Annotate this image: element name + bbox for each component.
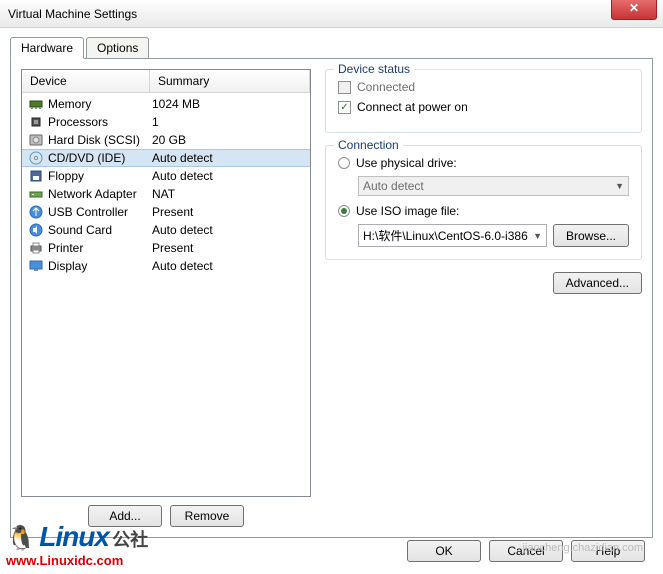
chevron-down-icon[interactable]: ▼: [533, 231, 542, 241]
radio-dot-icon: [341, 208, 347, 214]
chevron-down-icon: ▼: [615, 181, 624, 191]
sound-icon: [28, 222, 44, 238]
physical-drive-label: Use physical drive:: [356, 156, 457, 170]
connection-title: Connection: [334, 138, 403, 152]
device-name: Printer: [48, 241, 152, 255]
iso-file-row: H:\软件\Linux\CentOS-6.0-i386 ▼ Browse...: [358, 224, 629, 247]
device-row[interactable]: CD/DVD (IDE)Auto detect: [22, 149, 310, 167]
device-status-title: Device status: [334, 62, 414, 76]
device-summary: Auto detect: [152, 169, 304, 183]
connect-power-checkbox[interactable]: ✓: [338, 101, 351, 114]
device-summary: 1: [152, 115, 304, 129]
printer-icon: [28, 240, 44, 256]
cpu-icon: [28, 114, 44, 130]
ok-button[interactable]: OK: [407, 540, 481, 562]
device-summary: NAT: [152, 187, 304, 201]
device-list-header: Device Summary: [22, 70, 310, 93]
device-summary: Auto detect: [152, 223, 304, 237]
device-name: USB Controller: [48, 205, 152, 219]
remove-button[interactable]: Remove: [170, 505, 244, 527]
device-row[interactable]: USB ControllerPresent: [22, 203, 310, 221]
device-list: Device Summary Memory1024 MBProcessors1H…: [21, 69, 311, 497]
physical-drive-value: Auto detect: [363, 179, 424, 193]
device-name: Network Adapter: [48, 187, 152, 201]
iso-radio[interactable]: [338, 205, 350, 217]
close-button[interactable]: ✕: [611, 0, 657, 20]
device-name: CD/DVD (IDE): [48, 151, 152, 165]
device-name: Hard Disk (SCSI): [48, 133, 152, 147]
iso-file-combo[interactable]: H:\软件\Linux\CentOS-6.0-i386 ▼: [358, 224, 547, 247]
connected-checkbox: [338, 81, 351, 94]
device-summary: Present: [152, 205, 304, 219]
connected-label: Connected: [357, 80, 415, 94]
iso-label: Use ISO image file:: [356, 204, 459, 218]
device-summary: 1024 MB: [152, 97, 304, 111]
device-name: Floppy: [48, 169, 152, 183]
device-name: Memory: [48, 97, 152, 111]
watermark-left: 🐧 Linux 公社 www.Linuxidc.com: [6, 521, 148, 568]
header-summary[interactable]: Summary: [150, 70, 310, 92]
device-rows: Memory1024 MBProcessors1Hard Disk (SCSI)…: [22, 93, 310, 277]
device-name: Sound Card: [48, 223, 152, 237]
connection-group: Connection Use physical drive: Auto dete…: [325, 145, 642, 260]
browse-button[interactable]: Browse...: [553, 224, 629, 247]
window-title: Virtual Machine Settings: [8, 7, 137, 21]
device-row[interactable]: Processors1: [22, 113, 310, 131]
physical-drive-combo: Auto detect ▼: [358, 176, 629, 196]
connected-row[interactable]: Connected: [338, 80, 629, 94]
device-row[interactable]: Hard Disk (SCSI)20 GB: [22, 131, 310, 149]
device-row[interactable]: Network AdapterNAT: [22, 185, 310, 203]
watermark-brand: Linux: [39, 521, 109, 552]
display-icon: [28, 258, 44, 274]
device-row[interactable]: PrinterPresent: [22, 239, 310, 257]
device-name: Display: [48, 259, 152, 273]
tab-strip: Hardware Options: [10, 37, 653, 59]
device-row[interactable]: Memory1024 MB: [22, 95, 310, 113]
floppy-icon: [28, 168, 44, 184]
watermark-url: www.Linuxidc.com: [6, 553, 148, 568]
title-bar: Virtual Machine Settings ✕: [0, 0, 663, 28]
connect-power-label: Connect at power on: [357, 100, 468, 114]
tab-panel: Device Summary Memory1024 MBProcessors1H…: [10, 58, 653, 538]
device-summary: 20 GB: [152, 133, 304, 147]
right-pane: Device status Connected ✓ Connect at pow…: [325, 69, 642, 527]
connect-power-row[interactable]: ✓ Connect at power on: [338, 100, 629, 114]
physical-drive-combo-wrap: Auto detect ▼: [358, 176, 629, 196]
close-icon: ✕: [629, 1, 639, 15]
memory-icon: [28, 96, 44, 112]
device-summary: Present: [152, 241, 304, 255]
physical-drive-radio[interactable]: [338, 157, 350, 169]
tab-options[interactable]: Options: [86, 37, 149, 59]
cd-icon: [28, 150, 44, 166]
dialog-content: Hardware Options Device Summary Memory10…: [0, 28, 663, 546]
device-name: Processors: [48, 115, 152, 129]
device-summary: Auto detect: [152, 259, 304, 273]
watermark-right: jiaocheng.chazidian.com: [523, 542, 643, 554]
physical-drive-row[interactable]: Use physical drive:: [338, 156, 629, 170]
advanced-button[interactable]: Advanced...: [553, 272, 642, 294]
watermark-suffix: 公社: [112, 530, 148, 550]
header-device[interactable]: Device: [22, 70, 150, 92]
iso-file-value: H:\软件\Linux\CentOS-6.0-i386: [363, 227, 528, 244]
device-summary: Auto detect: [152, 151, 304, 165]
usb-icon: [28, 204, 44, 220]
device-row[interactable]: Sound CardAuto detect: [22, 221, 310, 239]
device-row[interactable]: DisplayAuto detect: [22, 257, 310, 275]
net-icon: [28, 186, 44, 202]
left-pane: Device Summary Memory1024 MBProcessors1H…: [21, 69, 311, 527]
tab-hardware[interactable]: Hardware: [10, 37, 84, 59]
iso-row[interactable]: Use ISO image file:: [338, 204, 629, 218]
penguin-icon: 🐧: [6, 525, 36, 552]
hdd-icon: [28, 132, 44, 148]
device-status-group: Device status Connected ✓ Connect at pow…: [325, 69, 642, 133]
advanced-row: Advanced...: [325, 272, 642, 294]
device-row[interactable]: FloppyAuto detect: [22, 167, 310, 185]
